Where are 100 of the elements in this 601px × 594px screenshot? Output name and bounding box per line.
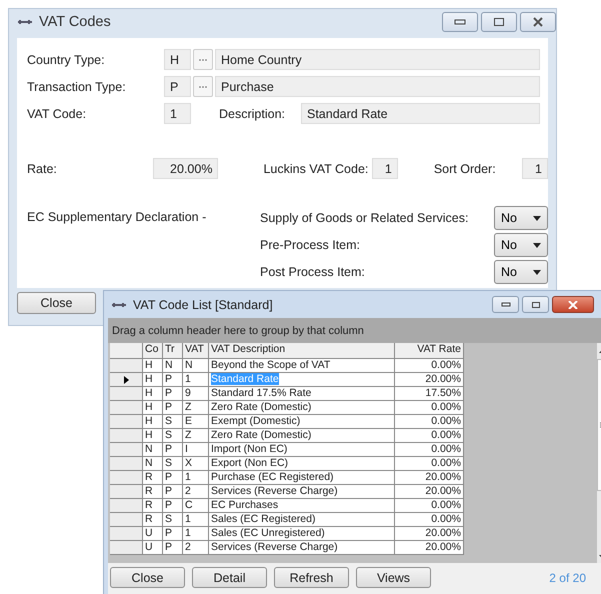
window-title: VAT Code List [Standard] (133, 298, 273, 312)
table-cell: 0.00% (395, 457, 464, 470)
column-header[interactable]: Co (143, 343, 163, 358)
code-field[interactable]: P (164, 76, 191, 97)
field-label: Pre-Process Item: (260, 238, 362, 252)
table-cell: 0.00% (395, 499, 464, 512)
row-indicator[interactable] (110, 373, 143, 386)
toolbar-button[interactable]: Detail (192, 567, 267, 588)
table-cell: 20.00% (395, 373, 464, 386)
column-header[interactable]: Tr (163, 343, 183, 358)
table-cell: Zero Rate (Domestic) (209, 429, 395, 442)
toolbar-button[interactable]: Refresh (274, 567, 349, 588)
sort-order-field[interactable]: 1 (522, 158, 548, 179)
column-header[interactable]: VAT Description (209, 343, 395, 358)
lookup-button[interactable] (193, 49, 213, 70)
description-field[interactable]: Purchase (215, 76, 540, 97)
ellipsis-icon (198, 84, 208, 88)
vat-code-field[interactable]: 1 (164, 103, 191, 124)
caret-icon (533, 270, 541, 274)
dropdown[interactable]: No (494, 260, 548, 284)
table-cell: Services (Reverse Charge) (209, 485, 395, 498)
table-cell: P (163, 471, 183, 484)
table-cell: P (163, 401, 183, 414)
description-field[interactable]: Home Country (215, 49, 540, 70)
table-cell: EC Purchases (209, 499, 395, 512)
luckins-code-field[interactable]: 1 (372, 158, 398, 179)
code-field[interactable]: H (164, 49, 191, 70)
table-cell: P (163, 485, 183, 498)
table-cell: H (143, 401, 163, 414)
table-cell: 20.00% (395, 471, 464, 484)
minimize-button[interactable] (492, 296, 519, 313)
record-count: 2 of 20 (549, 570, 586, 584)
close-button[interactable] (552, 296, 594, 313)
toolbar-button[interactable]: Close (110, 567, 185, 588)
caret-icon (533, 216, 541, 220)
field-label: Supply of Goods or Related Services: (260, 211, 470, 225)
table-cell: Z (183, 429, 209, 442)
table-cell: Import (Non EC) (209, 443, 395, 456)
table-cell: 0.00% (395, 415, 464, 428)
table-cell: H (143, 387, 163, 400)
table-cell: 2 (183, 541, 209, 554)
dropdown[interactable]: No (494, 233, 548, 257)
minimize-button[interactable] (442, 12, 478, 32)
column-header[interactable]: VAT Rate (395, 343, 464, 358)
table-cell: H (143, 415, 163, 428)
table-cell: S (163, 415, 183, 428)
table-cell: P (163, 443, 183, 456)
column-header[interactable]: VAT (183, 343, 209, 358)
toolbar-button[interactable]: Views (356, 567, 431, 588)
table-cell: U (143, 527, 163, 540)
close-button[interactable]: Close (17, 292, 96, 314)
maximize-button[interactable] (481, 12, 517, 32)
table-cell: 17.50% (395, 387, 464, 400)
minimize-icon (500, 302, 510, 307)
field-label: Rate: (27, 162, 58, 176)
table-cell: 1 (183, 471, 209, 484)
table-cell: S (163, 513, 183, 526)
description-field[interactable]: Standard Rate (301, 103, 540, 124)
table-cell: R (143, 499, 163, 512)
table-cell: 2 (183, 485, 209, 498)
field-label: Description: (219, 106, 286, 120)
table-cell: Services (Reverse Charge) (209, 541, 395, 554)
lookup-button[interactable] (193, 76, 213, 97)
table-cell: N (143, 443, 163, 456)
table-cell: 1 (183, 373, 209, 386)
table-cell: R (143, 485, 163, 498)
table-cell: E (183, 415, 209, 428)
table-cell: Purchase (EC Registered) (209, 471, 395, 484)
rate-field[interactable]: 20.00% (153, 158, 218, 179)
maximize-icon (493, 17, 505, 27)
table-cell: 20.00% (395, 541, 464, 554)
table-cell: 0.00% (395, 513, 464, 526)
table-cell: 1 (183, 527, 209, 540)
table-cell: N (143, 457, 163, 470)
table-cell: I (183, 443, 209, 456)
table-cell: Export (Non EC) (209, 457, 395, 470)
close-button[interactable] (520, 12, 556, 32)
table-cell: Exempt (Domestic) (209, 415, 395, 428)
close-icon (532, 17, 544, 27)
dropdown[interactable]: No (494, 206, 548, 230)
table-cell: Z (183, 401, 209, 414)
window-title: VAT Codes (39, 14, 111, 30)
field-label: VAT Code: (27, 106, 88, 120)
table-cell: 0.00% (395, 429, 464, 442)
field-label: Country Type: (27, 52, 106, 66)
table-cell: R (143, 513, 163, 526)
table-cell: Sales (EC Registered) (209, 513, 395, 526)
table-cell: P (163, 527, 183, 540)
column-header[interactable] (110, 343, 143, 358)
table-cell: S (163, 429, 183, 442)
table-cell: Sales (EC Unregistered) (209, 527, 395, 540)
table-cell: C (183, 499, 209, 512)
table-cell: P (163, 541, 183, 554)
caret-icon (533, 242, 541, 248)
maximize-button[interactable] (522, 296, 549, 313)
close-icon (568, 300, 578, 308)
table-cell: 20.00% (395, 527, 464, 540)
table-cell: H (143, 429, 163, 442)
maximize-icon (530, 300, 540, 308)
table-cell: 0.00% (395, 359, 464, 372)
